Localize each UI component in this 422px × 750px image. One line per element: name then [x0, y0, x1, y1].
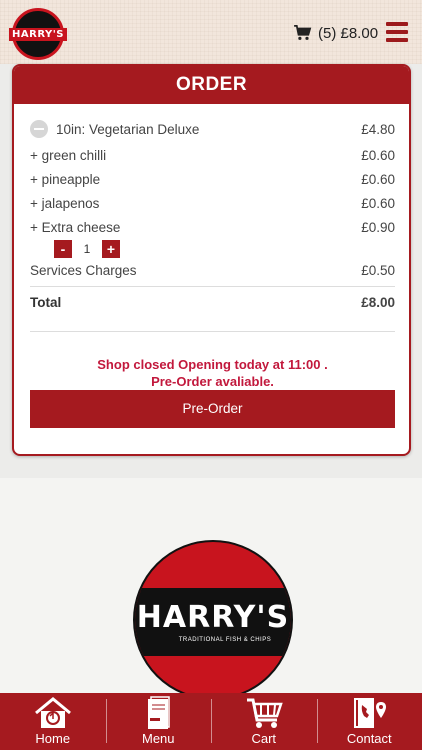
nav-menu-label: Menu: [141, 731, 175, 746]
extra-price: £0.60: [361, 148, 395, 163]
home-icon: [34, 697, 71, 728]
nav-home-label: Home: [35, 731, 71, 746]
bottom-navigation: Home Menu Cart Contact: [0, 693, 422, 750]
order-item-name: 10in: Vegetarian Deluxe: [56, 121, 200, 137]
brand-logo-large: HARRY'S TRADITIONAL FISH & CHIPS: [133, 540, 293, 700]
nav-home[interactable]: Home: [0, 693, 106, 750]
nav-contact[interactable]: Contact: [316, 693, 422, 750]
contact-icon: [354, 698, 387, 728]
extra-price: £0.60: [361, 172, 395, 187]
increase-quantity-button[interactable]: +: [102, 240, 120, 258]
nav-contact-label: Contact: [346, 731, 392, 746]
total-price: £8.00: [361, 295, 395, 310]
brand-logo-text: HARRY'S: [9, 27, 67, 41]
header-cart-summary[interactable]: (5) £8.00: [294, 22, 378, 44]
app-header: HARRY'S (5) £8.00: [0, 0, 422, 64]
extra-row: + green chilli £0.60: [30, 148, 395, 163]
service-charge-label: Services Charges: [30, 263, 137, 278]
order-item-price: £4.80: [361, 121, 395, 137]
cart-icon: [294, 25, 312, 40]
extra-row: + Extra cheese £0.90: [30, 220, 395, 235]
extra-label: + pineapple: [30, 172, 101, 187]
divider: [30, 331, 395, 332]
logo-tagline: TRADITIONAL FISH & CHIPS: [178, 637, 272, 643]
quantity-stepper: - 1 +: [54, 240, 120, 258]
cart-summary-text: (5) £8.00: [318, 24, 379, 42]
remove-item-icon[interactable]: [30, 120, 48, 138]
menu-book-icon: [148, 696, 170, 729]
notice-line-1: Shop closed Opening today at 11:00 .: [97, 357, 328, 372]
extra-row: + jalapenos £0.60: [30, 196, 395, 211]
extra-row: + pineapple £0.60: [30, 172, 395, 187]
service-charge-price: £0.50: [361, 263, 395, 278]
logo-brand-text: HARRY'S: [136, 600, 290, 635]
order-title: ORDER: [14, 66, 409, 104]
service-charge-row: Services Charges £0.50: [30, 263, 395, 278]
extra-label: + green chilli: [30, 148, 107, 163]
total-row: Total £8.00: [30, 295, 395, 310]
quantity-value[interactable]: 1: [72, 240, 102, 258]
decrease-quantity-button[interactable]: -: [54, 240, 72, 258]
extra-label: + jalapenos: [30, 196, 100, 211]
nav-cart-label: Cart: [251, 731, 277, 746]
nav-cart[interactable]: Cart: [211, 693, 317, 750]
shop-closed-notice: Shop closed Opening today at 11:00 . Pre…: [30, 356, 395, 390]
notice-line-2: Pre-Order avaliable.: [151, 374, 274, 389]
extra-label: + Extra cheese: [30, 220, 121, 235]
pre-order-button[interactable]: Pre-Order: [30, 390, 395, 428]
extra-price: £0.60: [361, 196, 395, 211]
nav-menu[interactable]: Menu: [105, 693, 212, 750]
order-panel: ORDER 10in: Vegetarian Deluxe £4.80 + gr…: [12, 64, 411, 456]
extra-price: £0.90: [361, 220, 395, 235]
brand-logo[interactable]: HARRY'S: [9, 8, 67, 60]
hamburger-menu-icon[interactable]: [386, 22, 408, 42]
cart-icon: [246, 698, 283, 728]
total-label: Total: [30, 295, 62, 310]
divider: [30, 286, 395, 287]
order-item-row: 10in: Vegetarian Deluxe £4.80: [30, 120, 395, 138]
